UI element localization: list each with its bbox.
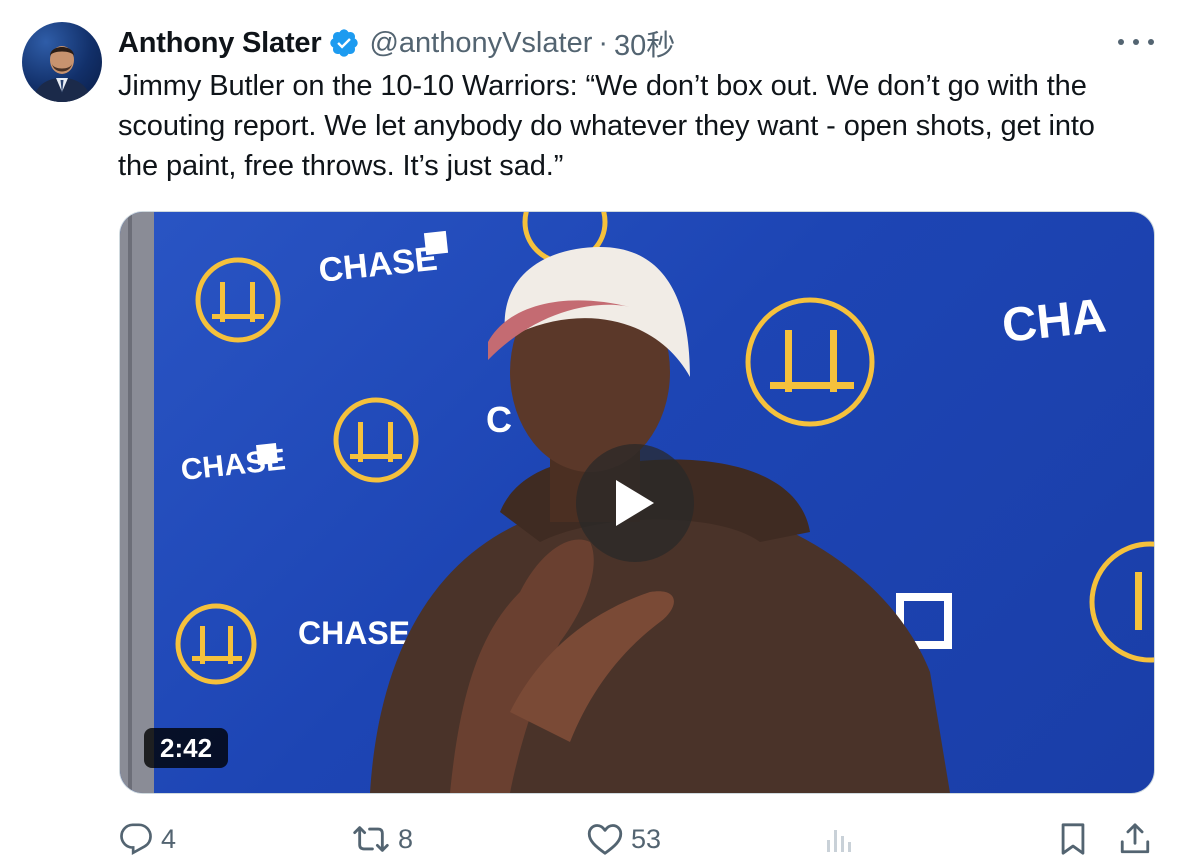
person-avatar-icon: [32, 46, 92, 102]
tweet-actions-bar: 4 8 53: [0, 812, 1190, 866]
play-button[interactable]: [576, 444, 694, 562]
views-button[interactable]: [826, 812, 854, 866]
tweet-text: Jimmy Butler on the 10-10 Warriors: “We …: [118, 70, 1095, 182]
separator-dot: ·: [598, 26, 609, 59]
play-icon: [616, 480, 654, 526]
reply-button[interactable]: 4: [119, 812, 176, 866]
svg-text:CHASE: CHASE: [298, 615, 410, 651]
retweet-icon: [353, 826, 389, 852]
retweet-button[interactable]: 8: [352, 812, 413, 866]
tweet-timestamp[interactable]: 30秒: [614, 22, 675, 64]
verified-badge-icon: [328, 27, 360, 59]
author-avatar[interactable]: [22, 22, 102, 102]
svg-text:C: C: [486, 399, 512, 440]
tweet: Anthony Slater @anthonyVslater · 30秒 Jim…: [0, 0, 1190, 866]
like-button[interactable]: 53: [587, 812, 661, 866]
video-player[interactable]: CHASE CHASE CHASE CHA C: [119, 211, 1155, 794]
reply-icon: [120, 823, 152, 856]
video-duration-badge: 2:42: [144, 728, 229, 768]
author-display-name[interactable]: Anthony Slater: [118, 27, 322, 60]
bookmark-button[interactable]: [1058, 812, 1088, 866]
share-button[interactable]: [1118, 812, 1152, 866]
tweet-header: Anthony Slater @anthonyVslater · 30秒: [118, 22, 675, 64]
reply-count: 4: [161, 823, 177, 854]
like-icon: [587, 824, 623, 855]
more-options-icon[interactable]: [1118, 30, 1154, 54]
like-count: 53: [631, 823, 662, 854]
share-icon: [1120, 823, 1150, 854]
svg-text:CHA: CHA: [1000, 289, 1109, 353]
views-icon: [827, 830, 851, 852]
author-handle[interactable]: @anthonyVslater: [369, 27, 592, 60]
retweet-count: 8: [398, 823, 414, 854]
svg-text:CHASE: CHASE: [317, 240, 439, 290]
bookmark-icon: [1061, 823, 1085, 855]
